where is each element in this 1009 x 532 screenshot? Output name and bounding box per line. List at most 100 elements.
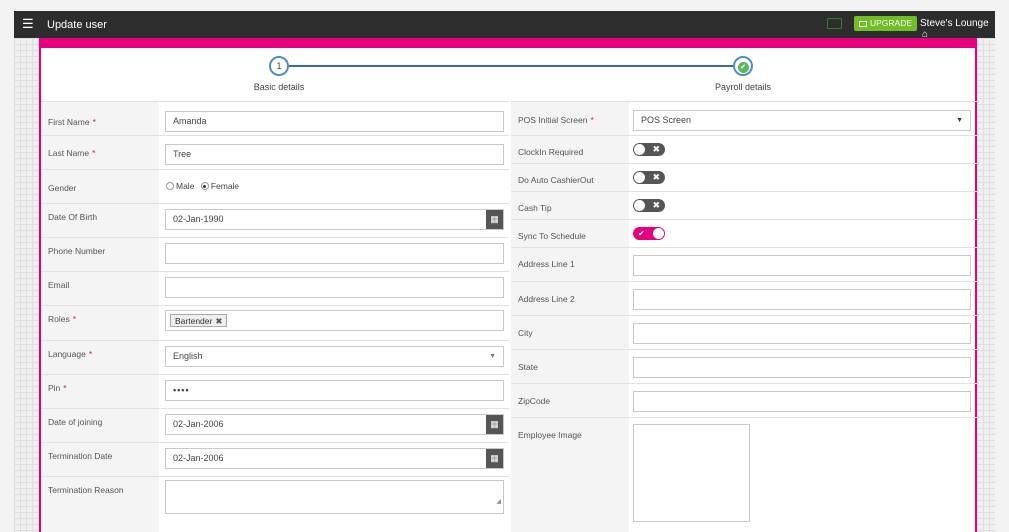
- doj-label: Date of joining: [48, 417, 103, 427]
- termination-date-row: Termination Date 02-Jan-2006 ▦: [41, 442, 509, 476]
- pin-label: Pin: [48, 383, 61, 393]
- role-tag[interactable]: Bartender ✖: [170, 314, 228, 327]
- clockin-label: ClockIn Required: [518, 147, 584, 157]
- left-background: [14, 38, 39, 532]
- termination-reason-textarea[interactable]: ◢: [165, 480, 504, 514]
- phone-row: Phone Number: [41, 237, 509, 271]
- dob-value: 02-Jan-1990: [173, 214, 224, 224]
- role-tag-label: Bartender: [175, 316, 213, 326]
- close-icon: ✖: [652, 200, 660, 210]
- sync-schedule-toggle[interactable]: ✔: [633, 227, 665, 240]
- cash-tip-label: Cash Tip: [518, 203, 552, 213]
- toggle-knob: [634, 200, 645, 211]
- doj-input[interactable]: 02-Jan-2006 ▦: [165, 414, 504, 435]
- language-label: Language: [48, 349, 86, 359]
- email-label: Email: [48, 280, 70, 290]
- phone-label: Phone Number: [48, 246, 106, 256]
- first-name-input[interactable]: Amanda: [165, 111, 504, 132]
- city-row: City: [511, 315, 977, 349]
- remove-tag-icon[interactable]: ✖: [215, 316, 222, 326]
- dob-input[interactable]: 02-Jan-1990 ▦: [165, 209, 504, 230]
- venue-name: Steve's Lounge: [920, 18, 989, 29]
- close-icon: ✖: [652, 172, 660, 182]
- dob-label: Date Of Birth: [48, 212, 98, 222]
- pos-screen-row: POS Initial Screen * POS Screen ▼: [511, 101, 977, 135]
- employee-image-row: Employee Image: [511, 417, 977, 532]
- zip-row: ZipCode: [511, 383, 977, 417]
- cash-tip-row: Cash Tip ✖: [511, 191, 977, 219]
- male-radio[interactable]: [166, 182, 174, 190]
- email-input[interactable]: [165, 277, 504, 298]
- female-label: Female: [210, 181, 240, 191]
- address1-label: Address Line 1: [518, 259, 575, 269]
- male-label: Male: [176, 181, 195, 191]
- language-row: Language * English ▼: [41, 340, 509, 374]
- last-name-input[interactable]: Tree: [165, 144, 504, 165]
- pin-input[interactable]: ••••: [165, 380, 504, 401]
- zip-label: ZipCode: [518, 396, 551, 406]
- toggle-knob: [634, 144, 645, 155]
- required-mark: *: [92, 117, 96, 127]
- state-input[interactable]: [633, 357, 971, 378]
- screen-icon[interactable]: [827, 18, 842, 29]
- gender-label: Gender: [48, 183, 77, 193]
- pos-screen-value: POS Screen: [641, 115, 692, 125]
- step-payroll-details[interactable]: ✔: [733, 56, 753, 76]
- page-title: Update user: [47, 19, 107, 31]
- state-row: State: [511, 349, 977, 383]
- address2-input[interactable]: [633, 289, 971, 310]
- address1-input[interactable]: [633, 255, 971, 276]
- pos-screen-select[interactable]: POS Screen ▼: [633, 110, 971, 131]
- chevron-down-icon: ▼: [489, 353, 496, 360]
- termination-reason-label: Termination Reason: [48, 485, 124, 495]
- step-label-basic: Basic details: [253, 82, 305, 92]
- address1-row: Address Line 1: [511, 247, 977, 281]
- sync-schedule-row: Sync To Schedule ✔: [511, 219, 977, 247]
- email-row: Email: [41, 271, 509, 305]
- calendar-icon[interactable]: ▦: [486, 210, 503, 229]
- calendar-icon[interactable]: ▦: [486, 415, 503, 434]
- card-header-bar: [41, 38, 975, 48]
- required-mark: *: [63, 383, 67, 393]
- employee-image-label: Employee Image: [518, 430, 582, 440]
- gender-row: Gender Male Female: [41, 169, 509, 203]
- top-bar: ☰ Update user UPGRADE Steve's Lounge ⌂: [14, 11, 995, 40]
- update-user-card: 1 ✔ Basic details Payroll details First …: [39, 38, 977, 532]
- step-number: 1: [276, 61, 282, 71]
- zip-input[interactable]: [633, 391, 971, 412]
- required-mark: *: [92, 148, 96, 158]
- calendar-icon[interactable]: ▦: [486, 449, 503, 468]
- chevron-down-icon: ▼: [956, 117, 963, 124]
- clockin-toggle[interactable]: ✖: [633, 143, 665, 156]
- language-select[interactable]: English ▼: [165, 346, 504, 367]
- check-icon: ✔: [638, 229, 645, 238]
- close-icon: ✖: [652, 144, 660, 154]
- toggle-knob: [634, 172, 645, 183]
- menu-icon[interactable]: ☰: [22, 17, 34, 31]
- termination-date-input[interactable]: 02-Jan-2006 ▦: [165, 448, 504, 469]
- venue-menu[interactable]: Steve's Lounge ⌂: [920, 18, 995, 40]
- required-mark: *: [72, 314, 77, 324]
- state-label: State: [518, 362, 538, 372]
- female-radio[interactable]: [200, 182, 209, 190]
- resize-handle-icon[interactable]: ◢: [496, 493, 501, 512]
- city-input[interactable]: [633, 323, 971, 344]
- last-name-label: Last Name: [48, 148, 90, 158]
- termination-reason-row: Termination Reason ◢: [41, 476, 509, 532]
- upgrade-button[interactable]: UPGRADE: [854, 16, 918, 31]
- upgrade-label: UPGRADE: [870, 18, 913, 28]
- auto-cashier-toggle[interactable]: ✖: [633, 171, 665, 184]
- step-basic-details[interactable]: 1: [269, 56, 289, 76]
- roles-input[interactable]: Bartender ✖: [165, 310, 504, 331]
- employee-image-upload[interactable]: [633, 424, 750, 522]
- toggle-knob: [653, 228, 664, 239]
- phone-input[interactable]: [165, 243, 504, 264]
- pin-row: Pin * ••••: [41, 374, 509, 408]
- address2-label: Address Line 2: [518, 294, 575, 304]
- sync-schedule-label: Sync To Schedule: [518, 231, 586, 241]
- last-name-row: Last Name * Tree: [41, 135, 509, 169]
- auto-cashier-label: Do Auto CashierOut: [518, 175, 594, 185]
- cash-tip-toggle[interactable]: ✖: [633, 199, 665, 212]
- termination-date-value: 02-Jan-2006: [173, 453, 224, 463]
- doj-row: Date of joining 02-Jan-2006 ▦: [41, 408, 509, 442]
